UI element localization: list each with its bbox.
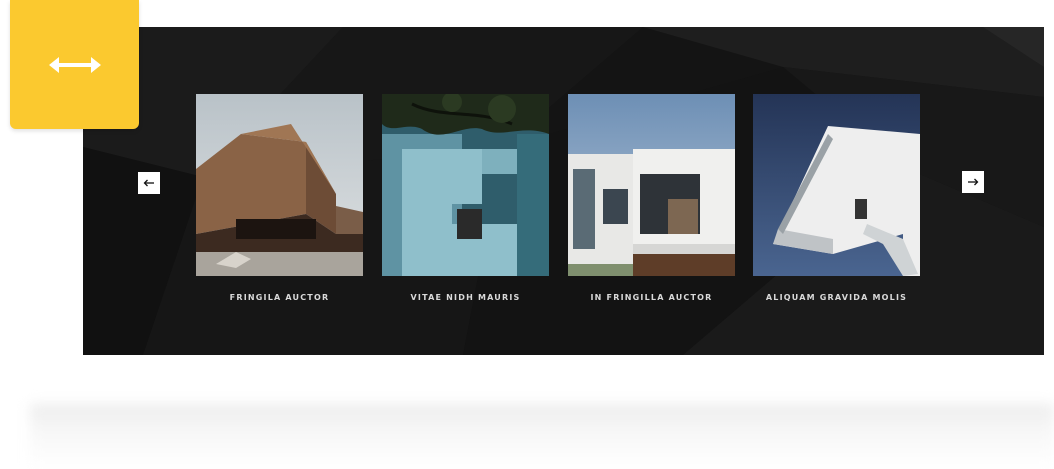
slider-next-button[interactable]	[962, 171, 984, 193]
slider-card[interactable]: IN FRINGILLA AUCTOR	[568, 94, 735, 302]
card-title: VITAE NIDH MAURIS	[410, 293, 521, 302]
slider-card[interactable]: ALIQUAM GRAVIDA MOLIS	[753, 94, 920, 302]
horizontal-resize-icon	[48, 56, 101, 73]
white-modern-house-photo	[568, 94, 735, 276]
brown-block-building-photo	[196, 94, 363, 276]
arrow-left-icon	[143, 179, 154, 187]
card-title: IN FRINGILLA AUCTOR	[590, 293, 713, 302]
slider-card[interactable]: FRINGILA AUCTOR	[196, 94, 363, 302]
arrow-right-icon	[968, 178, 979, 186]
horizontal-slider-badge	[10, 0, 139, 129]
card-title: FRINGILA AUCTOR	[229, 293, 330, 302]
slider-prev-button[interactable]	[138, 172, 160, 194]
white-cantilever-building-photo	[753, 94, 920, 276]
image-slider: FRINGILA AUCTOR VITAE NIDH MAURIS IN FRI…	[83, 27, 1044, 355]
slider-card[interactable]: VITAE NIDH MAURIS	[382, 94, 549, 302]
blue-wall-building-photo	[382, 94, 549, 276]
panel-shadow	[30, 404, 1054, 469]
card-title: ALIQUAM GRAVIDA MOLIS	[765, 293, 908, 302]
